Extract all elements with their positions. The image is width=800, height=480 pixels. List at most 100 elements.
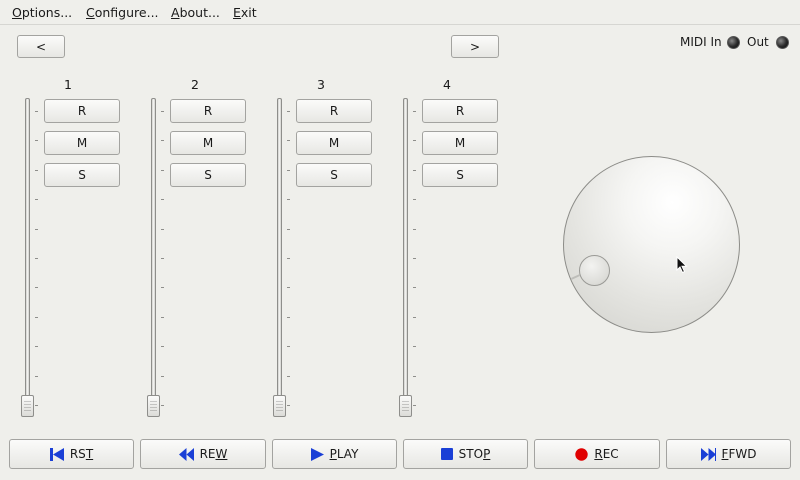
fader-tick [287,111,290,112]
rst-label-mnemonic: T [85,447,94,461]
fader-tick [413,111,416,112]
fader-handle[interactable] [21,395,34,417]
midi-in-label: MIDI In [680,35,722,49]
menu-exit-label: xit [240,5,257,20]
fader-tick [161,111,164,112]
stop-button[interactable]: STOP [403,439,528,469]
volume-fader[interactable] [151,98,156,408]
rec-label: REC [594,447,618,461]
fader-tick [161,199,164,201]
mute-button[interactable]: M [170,131,246,155]
fader-tick [161,375,164,377]
fader-handle[interactable] [147,395,160,417]
menu-about[interactable]: About... [171,5,220,20]
fader-tick [287,140,290,142]
volume-fader[interactable] [403,98,408,408]
fader-tick [287,169,290,171]
fader-tick [161,228,164,230]
mute-button[interactable]: M [44,131,120,155]
stop-label-mnemonic: P [483,447,491,461]
solo-button[interactable]: S [170,163,246,187]
fader-tick [35,169,38,171]
fader-tick [287,346,290,348]
fader-tick [161,346,164,348]
menu-about-label: bout... [179,5,220,20]
fader-tick [287,228,290,230]
fader-tick [287,375,290,377]
mute-button[interactable]: M [296,131,372,155]
fader-tick [35,140,38,142]
solo-button[interactable]: S [296,163,372,187]
track-number: 4 [443,77,451,92]
skip-to-start-icon [49,447,64,461]
fader-tick [161,140,164,142]
dial-grip[interactable] [579,255,610,286]
rew-label-mnemonic: W [215,447,228,461]
fader-tick [161,258,164,259]
menu-exit-mnemonic: E [233,5,241,20]
solo-button[interactable]: S [44,163,120,187]
play-label-part-c: LAY [336,447,359,461]
rew-label-part-a: RE [199,447,216,461]
ffwd-button[interactable]: FFWD [666,439,791,469]
fader-tick [287,405,290,406]
rst-label: RST [70,447,93,461]
menu-options-mnemonic: O [12,5,22,20]
play-button[interactable]: PLAY [272,439,397,469]
play-label-mnemonic: P [329,447,337,461]
fader-tick [413,375,416,377]
fader-tick [35,287,38,289]
rec-button[interactable]: REC [534,439,660,469]
fader-tick [35,405,38,406]
rec-label-mnemonic: R [594,447,603,461]
midi-in-led-icon [727,36,740,49]
fader-handle[interactable] [399,395,412,417]
stop-label: STOP [459,447,491,461]
fader-tick [413,199,416,201]
rec-label-part-c: EC [602,447,619,461]
solo-button[interactable]: S [422,163,498,187]
fader-tick [413,287,416,289]
ffwd-label: FFWD [722,447,757,461]
midi-out-label: Out [747,35,769,49]
volume-fader[interactable] [25,98,30,408]
menu-configure[interactable]: Configure... [86,5,159,20]
menu-options[interactable]: Options... [12,5,72,20]
record-arm-button[interactable]: R [44,99,120,123]
play-icon [310,447,324,461]
next-bank-button[interactable]: > [451,35,499,58]
menu-configure-mnemonic: C [86,5,95,20]
mute-button[interactable]: M [422,131,498,155]
mouse-pointer-icon [676,256,688,274]
fader-tick [287,287,290,289]
fader-tick [35,228,38,230]
rewind-icon [178,447,194,461]
rst-button[interactable]: RST [9,439,134,469]
fader-tick [413,258,416,259]
record-arm-button[interactable]: R [296,99,372,123]
fast-forward-icon [700,447,716,461]
record-arm-button[interactable]: R [422,99,498,123]
fader-tick [413,140,416,142]
fader-tick [35,258,38,259]
fader-tick [413,405,416,406]
fader-handle[interactable] [273,395,286,417]
menu-configure-label: onfigure... [94,5,159,20]
fader-tick [287,258,290,259]
fader-tick [161,169,164,171]
menu-exit[interactable]: Exit [233,5,257,20]
fader-tick [413,169,416,171]
rst-label-part-a: RS [69,447,86,461]
stop-label-part-a: STO [458,447,484,461]
fader-tick [35,375,38,377]
menu-options-label: ptions... [21,5,73,20]
prev-bank-button[interactable]: < [17,35,65,58]
record-arm-button[interactable]: R [170,99,246,123]
track-number: 3 [317,77,325,92]
volume-fader[interactable] [277,98,282,408]
stop-icon [440,448,453,460]
fader-tick [161,405,164,406]
play-label: PLAY [330,447,359,461]
jog-dial[interactable] [563,156,740,333]
rew-button[interactable]: REW [140,439,266,469]
